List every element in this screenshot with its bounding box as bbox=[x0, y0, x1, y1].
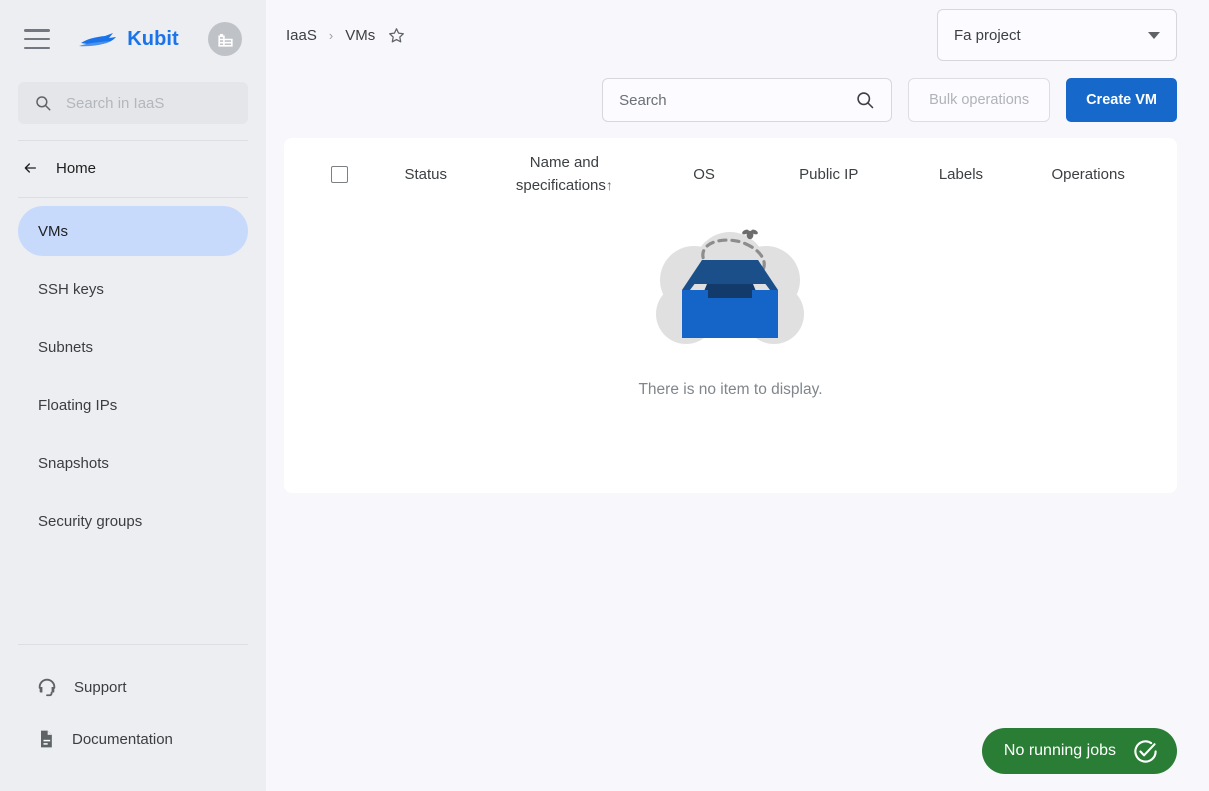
sidebar-item-documentation[interactable]: Documentation bbox=[18, 713, 248, 765]
main-content: IaaS › VMs Fa project Search Bulk operat… bbox=[266, 0, 1209, 791]
column-header-operations[interactable]: Operations bbox=[1023, 166, 1153, 183]
breadcrumb-current[interactable]: VMs bbox=[345, 27, 375, 44]
search-icon[interactable] bbox=[855, 90, 875, 110]
boat-logo-icon bbox=[79, 33, 117, 47]
search-input-wrapper[interactable] bbox=[602, 78, 893, 122]
brand-logo[interactable]: Kubit bbox=[50, 28, 208, 51]
sidebar-item-label: Subnets bbox=[38, 338, 94, 356]
search-icon bbox=[36, 96, 51, 111]
sidebar-item-label: VMs bbox=[38, 222, 68, 240]
column-header-os[interactable]: OS bbox=[649, 166, 759, 183]
sidebar-header: Kubit bbox=[0, 0, 266, 78]
table-header-row: Status Name and specifications↑ OS Publi… bbox=[284, 138, 1177, 210]
app-root: Kubit Search in IaaS Home VMs SSH keys S… bbox=[0, 0, 1209, 791]
create-vm-label: Create VM bbox=[1086, 92, 1157, 108]
sidebar-item-security-groups[interactable]: Security groups bbox=[18, 496, 248, 546]
document-icon bbox=[41, 730, 52, 748]
sidebar-divider-nav bbox=[18, 197, 248, 198]
sidebar-item-label: Snapshots bbox=[38, 454, 109, 472]
sidebar-nav: VMs SSH keys Subnets Floating IPs Snapsh… bbox=[0, 206, 266, 554]
sidebar-bottom-label: Documentation bbox=[72, 730, 173, 748]
column-header-label: Name and specifications bbox=[515, 153, 606, 194]
breadcrumb-separator-icon: › bbox=[328, 27, 334, 43]
sidebar-home-label: Home bbox=[56, 159, 97, 177]
headset-icon bbox=[38, 678, 56, 697]
sidebar-search-placeholder: Search in IaaS bbox=[66, 94, 165, 112]
bulk-operations-button[interactable]: Bulk operations bbox=[908, 78, 1051, 122]
sidebar: Kubit Search in IaaS Home VMs SSH keys S… bbox=[0, 0, 266, 791]
bulk-operations-label: Bulk operations bbox=[929, 92, 1030, 108]
sidebar-footer: Support Documentation bbox=[0, 644, 266, 791]
breadcrumb: IaaS › VMs bbox=[286, 26, 406, 45]
hamburger-menu-icon[interactable] bbox=[24, 29, 50, 49]
sidebar-item-home[interactable]: Home bbox=[0, 145, 266, 191]
sidebar-divider-top bbox=[18, 140, 248, 141]
check-circle-icon bbox=[1134, 739, 1157, 763]
running-jobs-label: No running jobs bbox=[1003, 742, 1116, 759]
brand-name: Kubit bbox=[127, 27, 179, 50]
toolbar: Bulk operations Create VM bbox=[266, 70, 1209, 130]
column-header-public-ip[interactable]: Public IP bbox=[759, 166, 899, 183]
building-glyph bbox=[217, 33, 233, 47]
sidebar-item-vms[interactable]: VMs bbox=[18, 206, 248, 256]
sidebar-item-support[interactable]: Support bbox=[18, 661, 248, 713]
sidebar-item-snapshots[interactable]: Snapshots bbox=[18, 438, 248, 488]
column-header-status[interactable]: Status bbox=[372, 166, 480, 183]
checkbox-unchecked-icon[interactable] bbox=[331, 165, 349, 183]
sidebar-item-label: Floating IPs bbox=[38, 396, 118, 414]
topbar: IaaS › VMs Fa project bbox=[266, 0, 1209, 70]
star-outline-icon[interactable] bbox=[387, 26, 406, 45]
column-header-labels[interactable]: Labels bbox=[899, 166, 1024, 183]
sidebar-divider-bottom bbox=[18, 644, 248, 645]
sidebar-search-input[interactable]: Search in IaaS bbox=[18, 82, 248, 124]
breadcrumb-root[interactable]: IaaS bbox=[286, 27, 317, 44]
empty-state: There is no item to display. bbox=[284, 210, 1177, 399]
select-all-checkbox-cell bbox=[308, 165, 372, 183]
sidebar-bottom-label: Support bbox=[74, 678, 127, 696]
column-header-name-and-specifications[interactable]: Name and specifications↑ bbox=[480, 151, 650, 198]
sidebar-item-label: SSH keys bbox=[38, 280, 104, 298]
sidebar-item-subnets[interactable]: Subnets bbox=[18, 322, 248, 372]
empty-box-icon bbox=[655, 229, 804, 344]
building-icon[interactable] bbox=[208, 22, 242, 56]
search-input[interactable] bbox=[619, 91, 840, 109]
project-selector[interactable]: Fa project bbox=[937, 9, 1177, 61]
sort-ascending-icon: ↑ bbox=[605, 177, 613, 193]
arrow-left-icon bbox=[24, 163, 36, 173]
chevron-down-icon bbox=[1148, 31, 1160, 39]
vms-table-card: Status Name and specifications↑ OS Publi… bbox=[284, 138, 1177, 493]
sidebar-item-label: Security groups bbox=[38, 512, 143, 530]
create-vm-button[interactable]: Create VM bbox=[1066, 78, 1177, 122]
project-name: Fa project bbox=[954, 26, 1021, 44]
sidebar-item-floating-ips[interactable]: Floating IPs bbox=[18, 380, 248, 430]
running-jobs-toast[interactable]: No running jobs bbox=[981, 728, 1177, 774]
sidebar-item-ssh-keys[interactable]: SSH keys bbox=[18, 264, 248, 314]
empty-state-message: There is no item to display. bbox=[638, 381, 823, 398]
